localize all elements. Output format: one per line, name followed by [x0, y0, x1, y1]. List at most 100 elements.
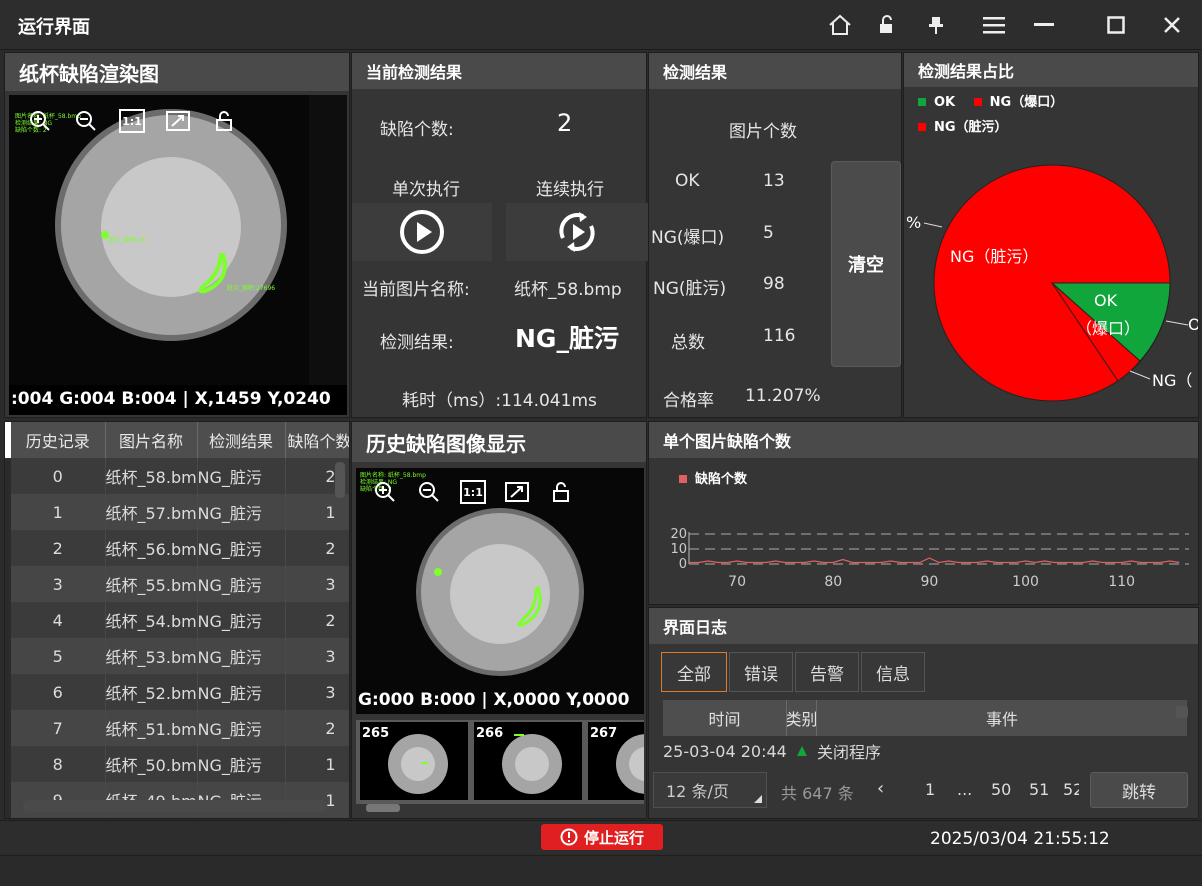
- log-title: 界面日志: [649, 608, 1198, 644]
- log-row-event: 关闭程序: [817, 743, 882, 762]
- render-panel-title: 纸杯缺陷渲染图: [5, 53, 349, 91]
- image-name-label: 当前图片名称:: [362, 280, 470, 300]
- history-table-panel: 历史记录 图片名称 检测结果 缺陷个数 0 纸杯_58.bmp NG_脏污 2 1 纸杯_…: [4, 421, 350, 819]
- stat-ng-burst-value: 5: [763, 223, 774, 243]
- defect-count-cell: 3: [285, 566, 349, 602]
- table-row[interactable]: 8 纸杯_50.bmp NG_脏污 1: [5, 746, 349, 782]
- close-icon[interactable]: [1156, 10, 1188, 40]
- thumbnail-scrollbar[interactable]: [366, 804, 400, 812]
- defect-count-cell: 2: [285, 710, 349, 746]
- table-row[interactable]: 4 纸杯_54.bmp NG_脏污 2: [5, 602, 349, 638]
- log-table-header: 时间 类别 事件: [663, 700, 1187, 736]
- render-pixel-info: :004 G:004 B:004 | X,1459 Y,0240: [11, 389, 331, 409]
- log-tab-warnings[interactable]: 告警: [795, 652, 859, 692]
- col-history[interactable]: 历史记录: [5, 422, 106, 458]
- elapsed-time: 耗时（ms）:114.041ms: [402, 391, 597, 411]
- thumbnail[interactable]: 267: [588, 722, 644, 800]
- log-col-event[interactable]: 事件: [817, 700, 1187, 736]
- defect-count-cell: 2: [285, 602, 349, 638]
- prev-page-icon[interactable]: ‹: [877, 778, 884, 799]
- stats-header: 图片个数: [729, 122, 797, 142]
- render-image-viewer[interactable]: 图片名称: 纸杯_58.bmp 检测结果: NG 缺陷个数: 2 脏污_面积:2…: [9, 95, 347, 415]
- home-icon[interactable]: [824, 10, 856, 40]
- zoom-out-icon[interactable]: [416, 480, 442, 504]
- y-tick-label: 0: [679, 557, 687, 572]
- page-52[interactable]: 52: [1063, 780, 1079, 799]
- maximize-icon[interactable]: [1100, 10, 1132, 40]
- pie-outer-label: %: [906, 213, 922, 232]
- history-image-viewer[interactable]: 图片名称: 纸杯_58.bmp 检测结果: NG 缺陷个数: 2 1:1 G:0…: [356, 468, 644, 714]
- result-cell: NG_脏污: [197, 494, 286, 530]
- history-index-cell: 8: [5, 746, 106, 782]
- defect-chart-panel: 单个图片缺陷个数 缺陷个数 20 10 0 70 80 90 100 110: [648, 421, 1199, 605]
- log-col-type[interactable]: 类别: [787, 700, 817, 736]
- pie-label-ok: OK: [1094, 291, 1118, 310]
- zoom-out-icon[interactable]: [73, 109, 99, 133]
- history-view-panel: 历史缺陷图像显示 图片名称: 纸杯_58.bmp 检测结果: NG 缺陷个数: …: [351, 421, 647, 819]
- x-tick-label: 80: [824, 574, 842, 590]
- menu-icon[interactable]: [978, 10, 1010, 40]
- actual-size-icon[interactable]: 1:1: [460, 480, 486, 504]
- col-result[interactable]: 检测结果: [197, 422, 286, 458]
- zoom-in-icon[interactable]: [372, 480, 398, 504]
- result-cell: NG_脏污: [197, 746, 286, 782]
- clear-button[interactable]: 清空: [831, 161, 901, 367]
- page-51[interactable]: 51: [1029, 780, 1049, 799]
- single-run-button[interactable]: [352, 203, 492, 261]
- history-view-title: 历史缺陷图像显示: [352, 422, 646, 462]
- page-1[interactable]: 1: [925, 780, 935, 799]
- unlock-view-icon[interactable]: [548, 480, 574, 504]
- unlock-view-icon[interactable]: [211, 109, 237, 133]
- log-col-time[interactable]: 时间: [663, 700, 787, 736]
- legend-ng-burst: NG（爆口）: [989, 95, 1064, 110]
- fit-window-icon[interactable]: [165, 109, 191, 133]
- table-row[interactable]: 1 纸杯_57.bmp NG_脏污 1: [5, 494, 349, 530]
- page-ellipsis[interactable]: ...: [957, 780, 972, 799]
- play-icon: [400, 210, 444, 254]
- unlock-icon[interactable]: [870, 10, 902, 40]
- actual-size-icon[interactable]: 1:1: [119, 109, 145, 133]
- table-row[interactable]: 6 纸杯_52.bmp NG_脏污 3: [5, 674, 349, 710]
- log-tab-all[interactable]: 全部: [661, 652, 727, 692]
- pie-panel: 检测结果占比 OK NG（爆口） NG（脏污） NG（脏污） OK （爆口） %…: [903, 52, 1199, 418]
- thumbnail[interactable]: 265: [360, 722, 468, 800]
- legend-ok-swatch: [918, 98, 926, 106]
- history-index-cell: 7: [5, 710, 106, 746]
- log-vscrollbar[interactable]: [1176, 706, 1188, 718]
- pie-outer-label: NG（: [1152, 371, 1193, 390]
- minimize-icon[interactable]: [1028, 10, 1060, 40]
- page-size-select[interactable]: 12 条/页: [653, 772, 767, 808]
- image-name-cell: 纸杯_54.bmp: [105, 602, 198, 638]
- result-cell: NG_脏污: [197, 710, 286, 746]
- stat-ng-burst-label: NG(爆口): [651, 228, 725, 248]
- log-row: 25-03-04 20:44 关闭程序: [663, 738, 1187, 764]
- chart-legend-label: 缺陷个数: [695, 472, 748, 487]
- jump-button[interactable]: 跳转: [1090, 772, 1188, 808]
- title-bar: 运行界面: [0, 0, 1202, 50]
- continuous-run-button[interactable]: [506, 203, 648, 261]
- history-index-cell: 5: [5, 638, 106, 674]
- result-cell: NG_脏污: [197, 530, 286, 566]
- line-chart: 2010070 80 90 100 110: [670, 527, 1189, 590]
- thumbnail[interactable]: 266: [474, 722, 582, 800]
- page-50[interactable]: 50: [991, 780, 1011, 799]
- stop-run-button[interactable]: 停止运行: [541, 824, 663, 850]
- col-defect-count[interactable]: 缺陷个数: [285, 422, 349, 458]
- log-tab-errors[interactable]: 错误: [729, 652, 793, 692]
- pin-icon[interactable]: [920, 10, 952, 40]
- loop-play-icon: [559, 212, 595, 252]
- table-row[interactable]: 2 纸杯_56.bmp NG_脏污 2: [5, 530, 349, 566]
- window-title: 运行界面: [18, 17, 90, 38]
- history-vscrollbar[interactable]: [335, 462, 345, 498]
- table-row[interactable]: 7 纸杯_51.bmp NG_脏污 2: [5, 710, 349, 746]
- zoom-in-icon[interactable]: [27, 109, 53, 133]
- thumbnail-strip: 265 266 267: [356, 720, 644, 804]
- log-tab-info[interactable]: 信息: [861, 652, 925, 692]
- table-row[interactable]: 3 纸杯_55.bmp NG_脏污 3: [5, 566, 349, 602]
- fit-window-icon[interactable]: [504, 480, 530, 504]
- table-row[interactable]: 0 纸杯_58.bmp NG_脏污 2: [5, 458, 349, 494]
- col-image-name[interactable]: 图片名称: [105, 422, 198, 458]
- defect-count-cell: 1: [285, 494, 349, 530]
- history-hscrollbar[interactable]: [23, 800, 327, 812]
- table-row[interactable]: 5 纸杯_53.bmp NG_脏污 3: [5, 638, 349, 674]
